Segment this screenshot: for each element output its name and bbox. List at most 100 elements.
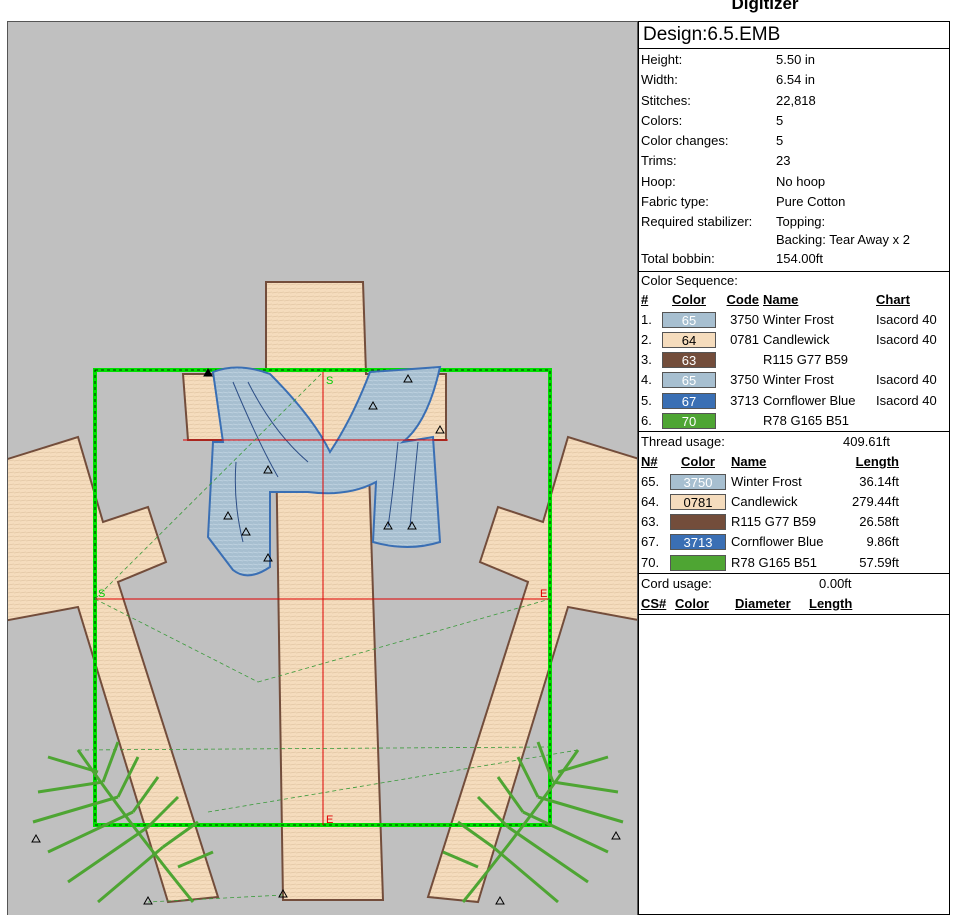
start-marker: S — [326, 375, 333, 387]
row-name: Candlewick — [731, 494, 798, 510]
row-name: R115 G77 B59 — [731, 514, 817, 530]
info-label: Required stabilizer: — [641, 214, 753, 230]
info-value: Pure Cotton — [776, 194, 846, 210]
row-name: Winter Frost — [731, 473, 802, 489]
row-num: 63. — [641, 514, 660, 530]
row-color: 65 — [661, 372, 717, 389]
info-value: Topping: — [776, 214, 826, 230]
design-info-table: Height: 5.50 in Width: 6.54 in Stitches: 22… — [639, 49, 949, 272]
row-num: 3. — [641, 352, 652, 368]
col-name: Name — [731, 453, 767, 469]
row-num: 67. — [641, 534, 660, 550]
color-sequence-header: # Color Code Name Chart — [639, 290, 949, 310]
info-row-stitches: Stitches: 22,818 — [639, 92, 949, 112]
color-swatch: 63 — [662, 352, 716, 369]
row-color: 64 — [661, 331, 717, 348]
row-name: R78 G165 B51 — [763, 412, 850, 428]
row-color: 0781 — [669, 494, 727, 511]
info-label: Colors: — [641, 112, 683, 128]
row-num: 6. — [641, 412, 652, 428]
row-name: Winter Frost — [763, 372, 834, 388]
col-name: Name — [763, 291, 799, 307]
row-num: 70. — [641, 554, 660, 570]
col-color: Color — [672, 291, 706, 307]
color-sequence-row: 2. 64 0781 Candlewick Isacord 40 — [639, 330, 949, 350]
info-row-fabric: Fabric type: Pure Cotton — [639, 193, 949, 213]
row-color — [669, 554, 727, 571]
col-num: N# — [641, 453, 658, 469]
info-value: 154.00ft — [776, 251, 823, 267]
row-color: 63 — [661, 352, 717, 369]
design-title: Design:6.5.EMB — [639, 22, 949, 49]
color-sequence-section: Color Sequence: # Color Code Name Chart … — [639, 272, 949, 432]
row-num: 4. — [641, 372, 652, 388]
row-name: Candlewick — [763, 331, 830, 347]
info-label: Color changes: — [641, 133, 729, 149]
design-info-panel: Design:6.5.EMB Height: 5.50 in Width: 6.54… — [638, 21, 950, 915]
col-code: Code — [726, 291, 760, 307]
thread-usage-title: Thread usage: — [641, 433, 725, 449]
row-name: Cornflower Blue — [763, 392, 856, 408]
info-row-stabilizer: Required stabilizer: Topping: Backing: T… — [639, 213, 949, 250]
color-sequence-row: 1. 65 3750 Winter Frost Isacord 40 — [639, 310, 949, 330]
info-label: Height: — [641, 52, 683, 67]
thread-usage-row: 65. 3750 Winter Frost 36.14ft — [639, 472, 949, 492]
info-row-hoop: Hoop: No hoop — [639, 173, 949, 193]
color-swatch: 0781 — [670, 494, 726, 511]
color-swatch: 67 — [662, 392, 716, 409]
end-marker-2: E — [326, 814, 333, 826]
row-length: 57.59ft — [859, 554, 899, 570]
thread-usage-total: 409.61ft — [843, 433, 890, 449]
color-swatch: 70 — [662, 412, 716, 429]
row-chart: Isacord 40 — [876, 392, 937, 408]
thread-usage-row: 67. 3713 Cornflower Blue 9.86ft — [639, 532, 949, 552]
info-label: Total bobbin: — [641, 251, 715, 267]
row-length: 9.86ft — [866, 534, 899, 550]
info-value-group: Topping: Backing: Tear Away x 2 — [776, 213, 949, 250]
embroidery-preview: S S E E — [8, 281, 637, 905]
color-swatch — [670, 514, 726, 531]
row-length: 36.14ft — [859, 473, 899, 489]
info-value: 23 — [776, 153, 791, 169]
row-code: 3713 — [730, 392, 759, 408]
row-color: 67 — [661, 392, 717, 409]
right-cross — [426, 435, 637, 904]
color-swatch: 3713 — [670, 534, 726, 551]
info-value: 5.50 in — [776, 52, 816, 67]
row-name: R78 G165 B51 — [731, 554, 818, 570]
color-swatch — [670, 554, 726, 571]
cord-usage-total: 0.00ft — [819, 575, 852, 591]
row-num: 65. — [641, 473, 660, 489]
start-marker-2: S — [98, 588, 105, 600]
col-num: # — [641, 291, 649, 307]
row-code: 3750 — [730, 372, 759, 388]
row-color: 70 — [661, 412, 717, 429]
thread-usage-row: 70. R78 G165 B51 57.59ft — [639, 553, 949, 573]
row-chart: Isacord 40 — [876, 372, 937, 388]
color-swatch: 3750 — [670, 473, 726, 490]
color-swatch: 65 — [662, 311, 716, 328]
row-num: 5. — [641, 392, 652, 408]
row-name: Winter Frost — [763, 311, 834, 327]
info-row-color-changes: Color changes: 5 — [639, 132, 949, 152]
row-chart: Isacord 40 — [876, 311, 937, 327]
info-value: 22,818 — [776, 92, 816, 108]
thread-usage-row: 64. 0781 Candlewick 279.44ft — [639, 492, 949, 512]
info-row-bobbin: Total bobbin: 154.00ft — [639, 250, 949, 270]
info-value: 5 — [776, 133, 784, 149]
color-swatch: 65 — [662, 372, 716, 389]
row-length: 279.44ft — [852, 494, 899, 510]
thread-usage-header: N# Color Name Length — [639, 452, 949, 472]
col-color: Color — [675, 595, 709, 611]
col-num: CS# — [641, 595, 667, 611]
info-value-2: Backing: Tear Away x 2 — [776, 232, 910, 248]
info-value: 5 — [776, 112, 784, 128]
row-code: 3750 — [730, 311, 759, 327]
col-diameter: Diameter — [735, 595, 791, 611]
design-canvas[interactable]: S S E E — [7, 21, 638, 915]
col-length: Length — [809, 595, 853, 611]
row-color: 65 — [661, 311, 717, 328]
row-color: 3713 — [669, 534, 727, 551]
thread-usage-row: 63. R115 G77 B59 26.58ft — [639, 512, 949, 532]
info-label: Fabric type: — [641, 194, 709, 210]
